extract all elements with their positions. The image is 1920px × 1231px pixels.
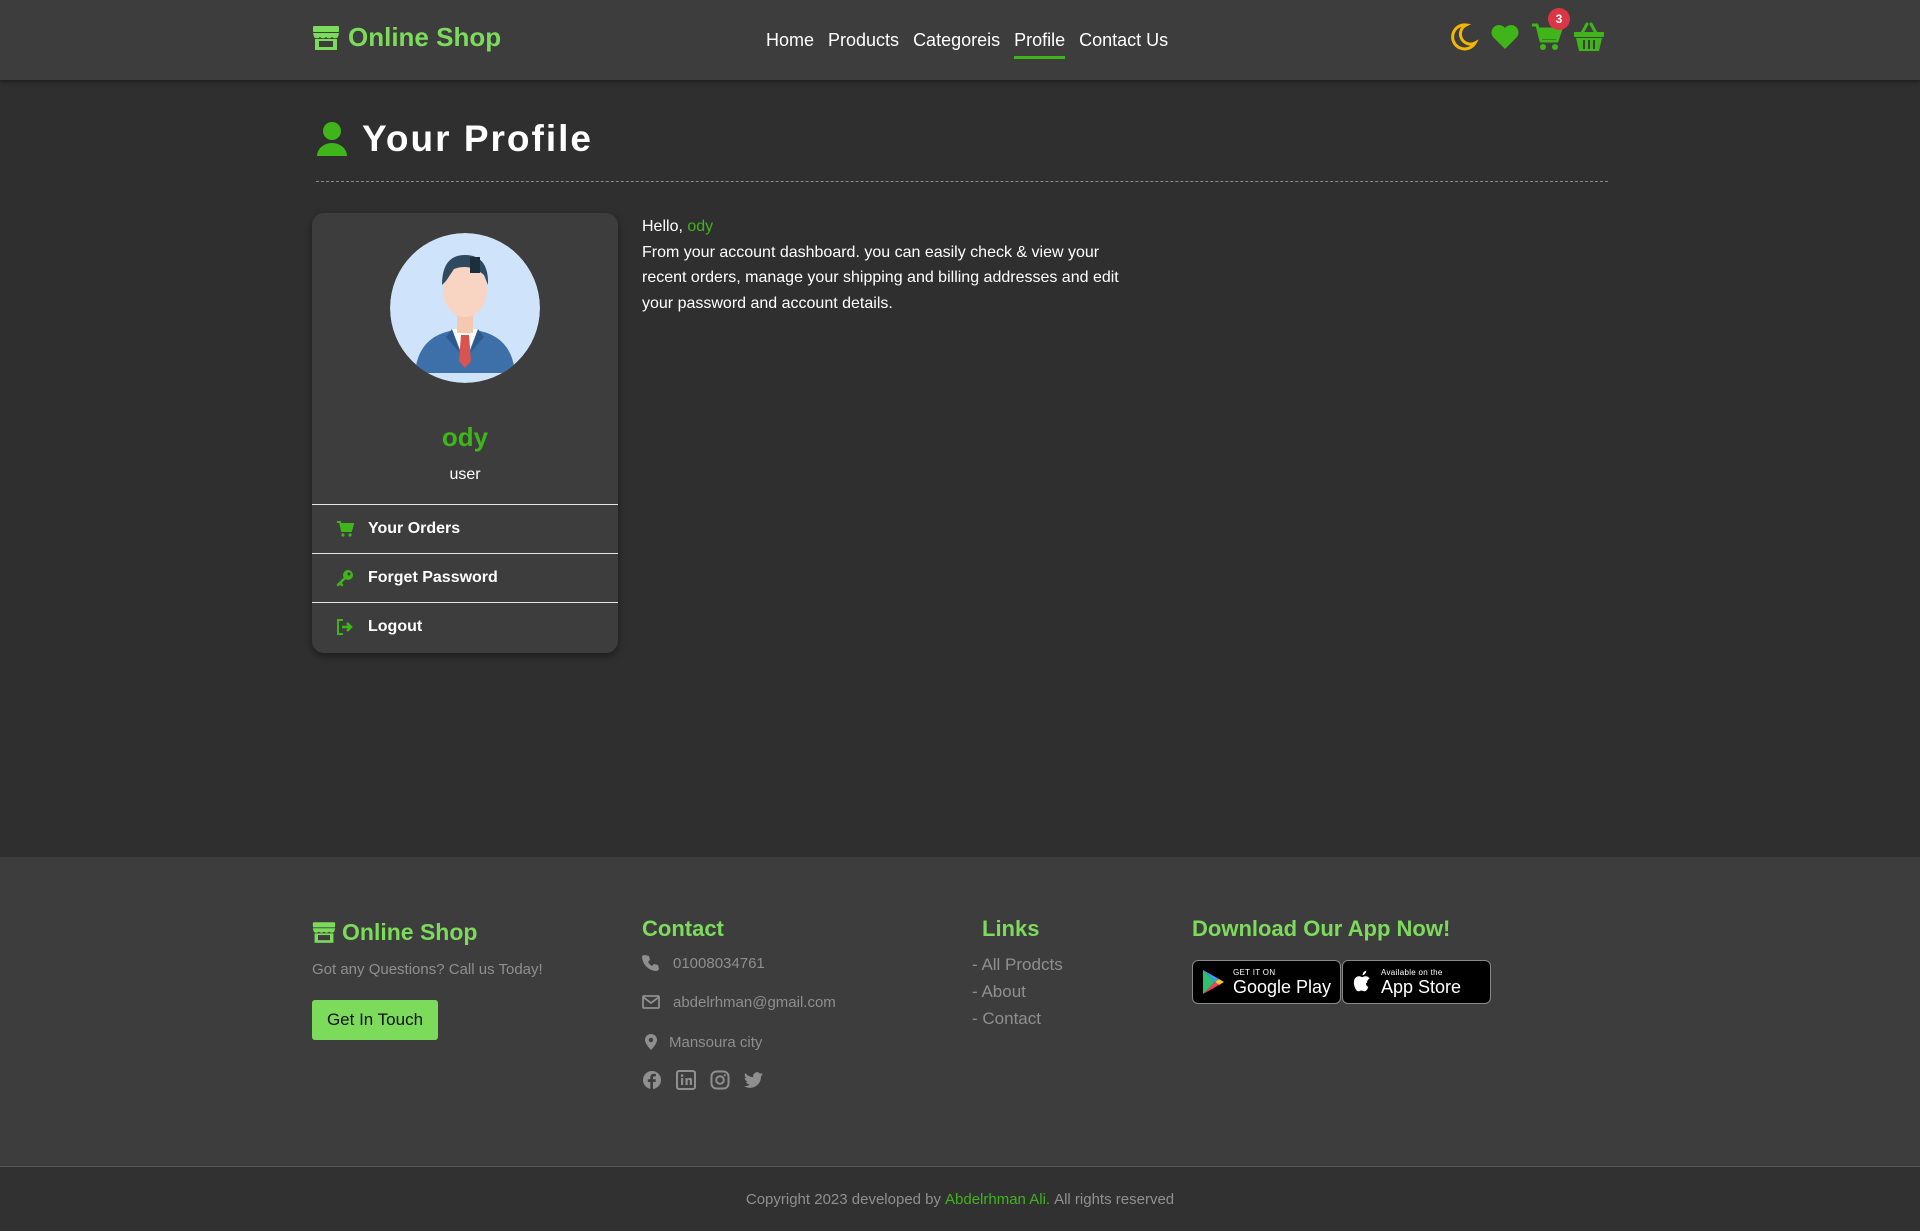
cart-icon — [337, 521, 354, 537]
instagram-icon[interactable] — [710, 1070, 730, 1090]
nav-icons: 3 — [1446, 8, 1606, 58]
profile-card: ody user Your Orders Forget Password Log… — [312, 213, 618, 653]
logout-icon — [337, 619, 353, 635]
footer-link-contact[interactable]: - Contact — [972, 1009, 1041, 1029]
nav-link-profile[interactable]: Profile — [1007, 0, 1072, 80]
contact-location: Mansoura city — [642, 1033, 762, 1051]
app-store-badge[interactable]: Available on the App Store — [1342, 960, 1491, 1004]
app-heading: Download Our App Now! — [1192, 916, 1451, 941]
navbar: Online Shop Home Products Categoreis Pro… — [0, 0, 1920, 80]
email-address: abdelrhman@gmail.com — [673, 993, 836, 1011]
app-store-small-text: Available on the — [1381, 967, 1443, 977]
apple-icon — [1353, 970, 1370, 992]
contact-heading: Contact — [642, 916, 724, 941]
nav-links: Home Products Categoreis Profile Contact… — [759, 0, 1175, 80]
profile-role: user — [449, 466, 481, 483]
google-play-small-text: GET IT ON — [1233, 967, 1276, 977]
page-heading: Your Profile — [316, 118, 593, 160]
basket-icon[interactable] — [1572, 16, 1606, 58]
dashboard-greeting: Hello, ody From your account dashboard. … — [642, 214, 1142, 316]
footer-tagline: Got any Questions? Call us Today! — [312, 961, 543, 978]
google-play-icon — [1203, 970, 1224, 994]
contact-email: abdelrhman@gmail.com — [642, 993, 836, 1011]
heart-icon[interactable] — [1488, 16, 1522, 58]
brand-name: Online Shop — [348, 22, 502, 52]
links-heading: Links — [982, 916, 1040, 941]
user-icon — [317, 122, 347, 156]
forget-password-item[interactable]: Forget Password — [312, 553, 618, 602]
greeting-message: From your account dashboard. you can eas… — [642, 243, 1119, 312]
envelope-icon — [642, 995, 660, 1009]
page-title: Your Profile — [362, 118, 593, 159]
google-play-badge[interactable]: GET IT ON Google Play — [1192, 960, 1341, 1004]
contact-phone: 01008034761 — [642, 954, 765, 972]
twitter-icon[interactable] — [744, 1070, 764, 1090]
nav-link-home[interactable]: Home — [759, 0, 821, 80]
profile-menu: Your Orders Forget Password Logout — [312, 504, 618, 651]
nav-link-products[interactable]: Products — [821, 0, 906, 80]
map-pin-icon — [645, 1034, 657, 1050]
copyright-suffix: All rights reserved — [1054, 1190, 1175, 1208]
cart-count-badge: 3 — [1548, 8, 1570, 30]
heading-divider — [316, 181, 1608, 182]
google-play-big-text: Google Play — [1233, 976, 1332, 997]
cart-icon[interactable]: 3 — [1530, 8, 1570, 58]
logout-item[interactable]: Logout — [312, 602, 618, 651]
app-store-big-text: App Store — [1381, 976, 1462, 997]
store-icon — [313, 25, 339, 50]
your-orders-item[interactable]: Your Orders — [312, 504, 618, 553]
copyright-bar: Copyright 2023 developed by Abdelrhman A… — [0, 1166, 1920, 1231]
brand-logo[interactable]: Online Shop — [312, 22, 501, 53]
footer-link-about[interactable]: - About — [972, 982, 1026, 1002]
footer-brand[interactable]: Online Shop — [312, 919, 477, 946]
copyright-prefix: Copyright 2023 developed by — [745, 1190, 942, 1208]
nav-link-categories[interactable]: Categoreis — [906, 0, 1007, 80]
logout-label: Logout — [368, 618, 423, 635]
forget-password-label: Forget Password — [368, 569, 498, 586]
greeting-username: ody — [687, 218, 714, 235]
phone-number: 01008034761 — [673, 954, 765, 972]
greeting-hello: Hello, — [642, 218, 683, 235]
store-icon — [312, 922, 336, 943]
footer-brand-name: Online Shop — [342, 919, 478, 945]
footer-link-all-products[interactable]: - All Prodcts — [972, 955, 1063, 975]
nav-link-contact[interactable]: Contact Us — [1072, 0, 1175, 80]
phone-icon — [642, 955, 659, 971]
moon-icon[interactable] — [1446, 16, 1480, 58]
linkedin-icon[interactable] — [676, 1070, 696, 1090]
facebook-icon[interactable] — [642, 1070, 662, 1090]
profile-name: ody — [441, 422, 489, 452]
key-icon — [336, 570, 353, 587]
social-links — [642, 1070, 764, 1090]
get-in-touch-button[interactable]: Get In Touch — [312, 1000, 438, 1040]
your-orders-label: Your Orders — [368, 520, 461, 537]
location-text: Mansoura city — [669, 1033, 763, 1051]
copyright-author-link[interactable]: Abdelrhman Ali. — [945, 1191, 1050, 1208]
avatar — [390, 233, 540, 383]
